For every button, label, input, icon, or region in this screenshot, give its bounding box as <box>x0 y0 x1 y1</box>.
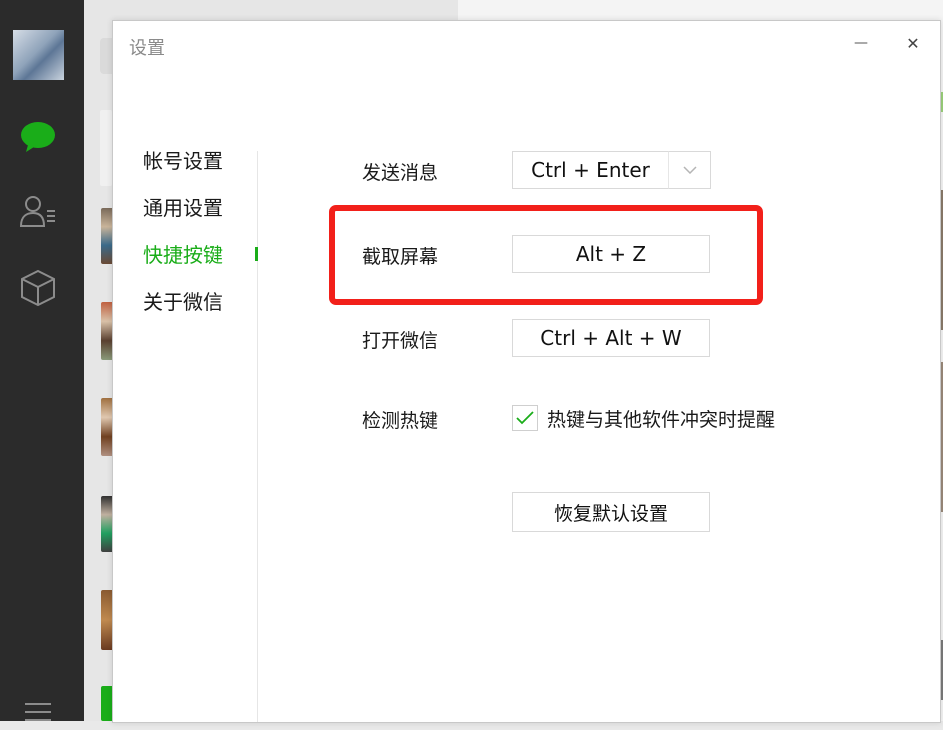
checkmark-icon <box>516 411 534 425</box>
nav-divider <box>257 151 258 722</box>
app-sidebar <box>0 0 84 721</box>
minimize-button[interactable]: — <box>849 31 873 55</box>
close-button[interactable]: ✕ <box>901 31 925 55</box>
nav-item-about[interactable]: 关于微信 <box>143 286 223 315</box>
avatar[interactable] <box>13 30 64 80</box>
list-item[interactable] <box>100 110 112 186</box>
open-wechat-shortcut-field[interactable]: Ctrl + Alt + W <box>512 319 710 357</box>
close-icon: ✕ <box>906 33 920 53</box>
screenshot-label: 截取屏幕 <box>362 246 439 268</box>
nav-item-shortcuts[interactable]: 快捷按键 <box>143 239 223 268</box>
chat-icon[interactable] <box>18 117 58 157</box>
dialog-title: 设置 <box>129 38 165 59</box>
settings-dialog: 设置 — ✕ 帐号设置 通用设置 快捷按键 关于微信 发送消息 Ctrl + E… <box>112 20 941 723</box>
send-message-shortcut-field[interactable]: Ctrl + Enter <box>512 151 669 189</box>
restore-defaults-button[interactable]: 恢复默认设置 <box>512 492 710 532</box>
minimize-icon: — <box>854 35 868 51</box>
box-icon[interactable] <box>18 268 58 308</box>
send-message-label: 发送消息 <box>362 162 439 184</box>
menu-icon[interactable] <box>18 690 58 730</box>
hotkey-conflict-label[interactable]: 热键与其他软件冲突时提醒 <box>547 405 775 432</box>
open-wechat-label: 打开微信 <box>362 330 439 352</box>
screenshot-shortcut-field[interactable]: Alt + Z <box>512 235 710 273</box>
contacts-icon[interactable] <box>18 191 58 231</box>
send-message-dropdown[interactable] <box>668 151 711 189</box>
hotkey-conflict-checkbox[interactable] <box>512 405 538 431</box>
detect-hotkey-label: 检测热键 <box>362 410 439 432</box>
active-indicator <box>255 247 258 261</box>
nav-item-account[interactable]: 帐号设置 <box>143 145 223 174</box>
nav-item-general[interactable]: 通用设置 <box>143 192 223 221</box>
chevron-down-icon <box>682 166 697 174</box>
